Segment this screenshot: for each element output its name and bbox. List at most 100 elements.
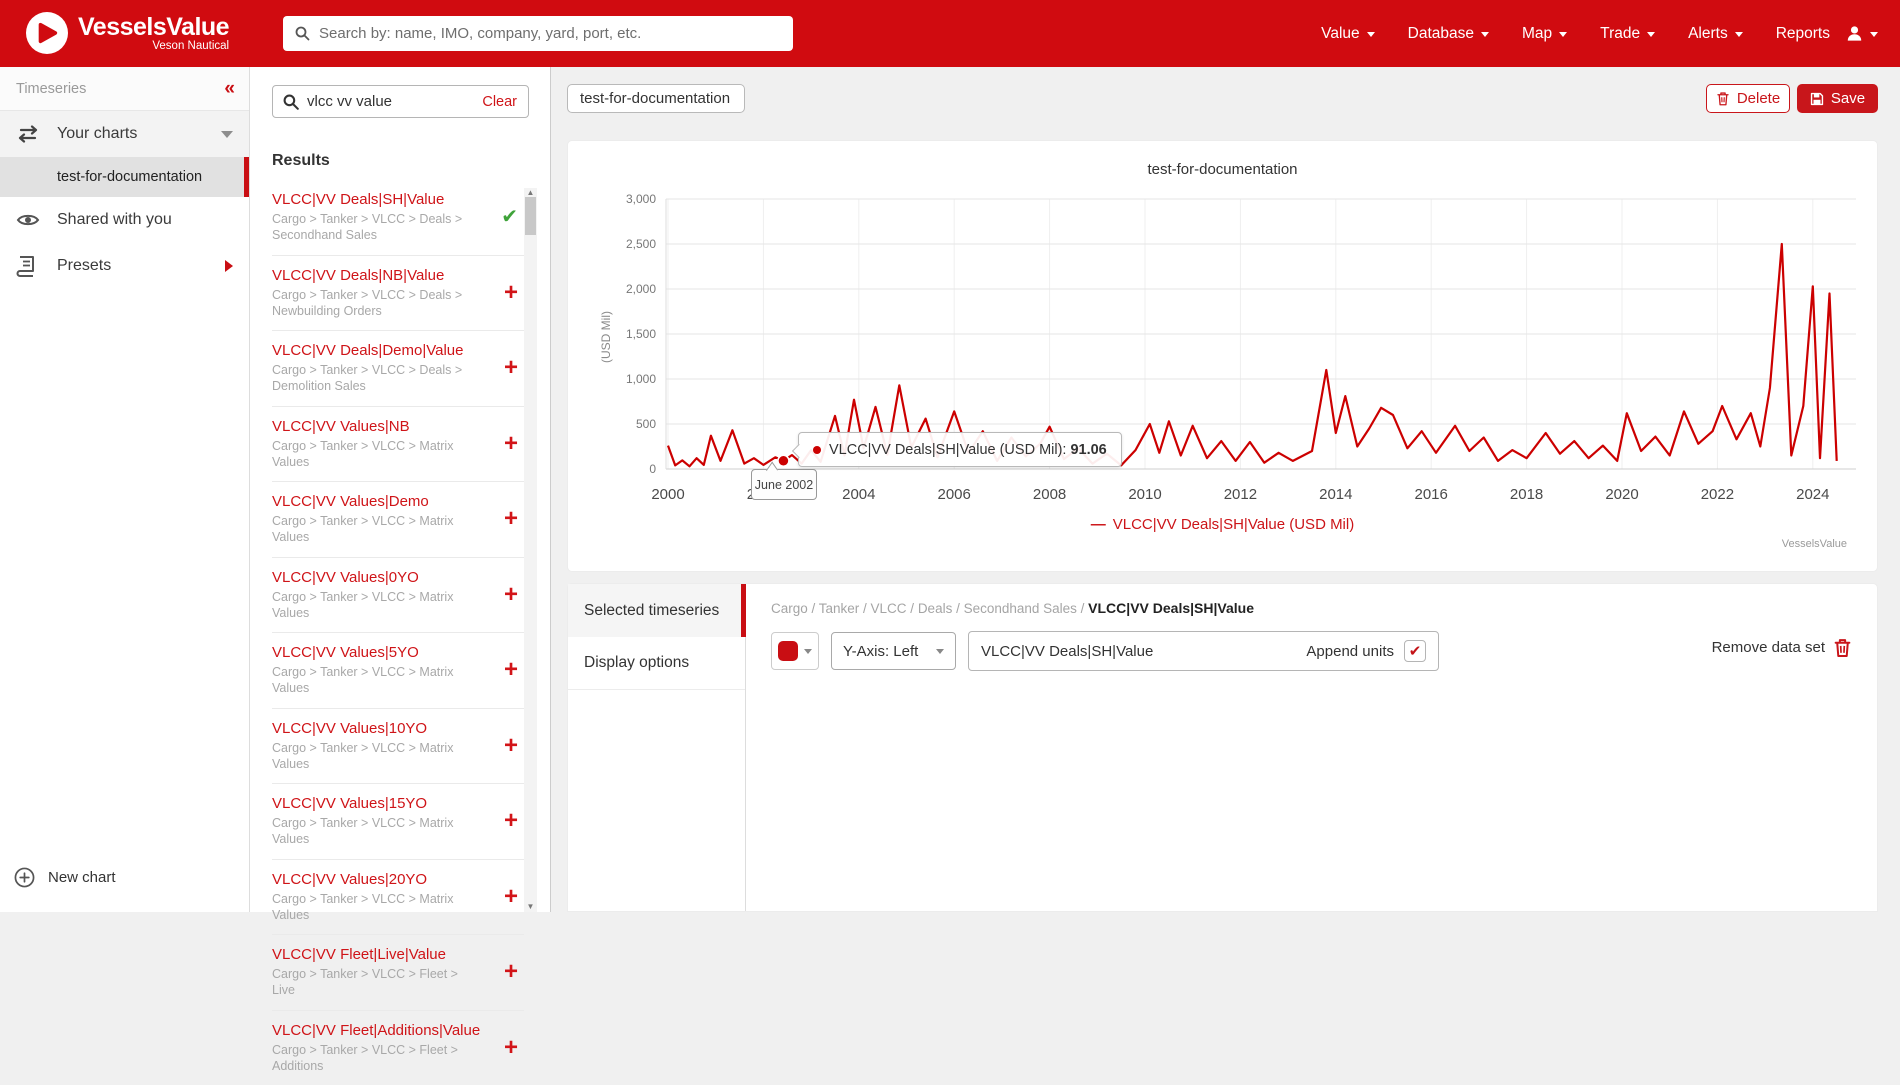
x-tick-label: 2014 [1319,486,1352,503]
scroll-up-icon[interactable]: ▲ [524,188,537,197]
scrollbar-thumb[interactable] [525,197,536,235]
timeseries-search-panel: Clear Results VLCC|VV Deals|SH|ValueCarg… [250,67,551,912]
tooltip-value: 91.06 [1070,442,1106,458]
nav-item-map[interactable]: Map [1522,25,1567,43]
shared-with-you-label: Shared with you [57,211,172,229]
y-tick-label: 2,500 [626,237,656,251]
result-category-path: Cargo > Tanker > VLCC > Matrix Values [272,589,472,622]
save-label: Save [1831,90,1865,107]
global-search-input[interactable] [319,25,759,42]
add-plus-icon[interactable]: + [504,734,518,758]
search-icon [295,26,310,41]
result-row[interactable]: VLCC|VV Fleet|Additions|ValueCargo > Tan… [272,1011,524,1085]
vesselsvalue-logo[interactable]: VesselsValue Veson Nautical [26,12,229,54]
nav-label: Database [1408,25,1474,43]
timeseries-line-chart[interactable]: 05001,0001,5002,0002,5003,000(USD Mil)20… [568,141,1879,573]
vesselsvalue-watermark: VesselsValue [1782,538,1847,550]
timeseries-search-box[interactable]: Clear [272,85,529,118]
details-content: Cargo / Tanker / VLCC / Deals / Secondha… [746,584,1877,911]
result-category-path: Cargo > Tanker > VLCC > Fleet > Live [272,966,472,999]
chart-name-field[interactable] [567,84,745,113]
sidebar-item-shared-with-you[interactable]: Shared with you [0,197,249,243]
result-row[interactable]: VLCC|VV Values|0YO Cargo > Tanker > VLCC … [272,558,524,634]
tab-display-options[interactable]: Display options [568,637,745,690]
result-row[interactable]: VLCC|VV Deals|SH|ValueCargo > Tanker > V… [272,180,524,256]
result-title[interactable]: VLCC|VV Deals|Demo|Value [272,342,480,359]
trash-icon [1834,638,1851,657]
result-title[interactable]: VLCC|VV Values|NB [272,418,480,435]
result-title[interactable]: VLCC|VV Values|10YO [272,720,480,737]
add-plus-icon[interactable]: + [504,281,518,305]
global-search-bar[interactable] [283,16,793,51]
sidebar-item-chart-test-for-documentation[interactable]: test-for-documentation [0,157,249,197]
result-row[interactable]: VLCC|VV Deals|Demo|ValueCargo > Tanker >… [272,331,524,407]
result-row[interactable]: VLCC|VV Values|NBCargo > Tanker > VLCC >… [272,407,524,483]
timeseries-search-input[interactable] [307,93,457,110]
highlighted-data-point[interactable] [778,455,789,466]
result-title[interactable]: VLCC|VV Deals|SH|Value [272,191,480,208]
new-chart-button[interactable]: New chart [0,856,249,898]
add-plus-icon[interactable]: + [504,658,518,682]
added-check-icon[interactable]: ✔ [501,207,518,227]
result-row[interactable]: VLCC|VV Values|15YOCargo > Tanker > VLCC… [272,784,524,860]
result-title[interactable]: VLCC|VV Values|0YO [272,569,480,586]
result-title[interactable]: VLCC|VV Values|15YO [272,795,480,812]
add-plus-icon[interactable]: + [504,1036,518,1060]
save-button[interactable]: Save [1797,84,1878,113]
result-title[interactable]: VLCC|VV Values|20YO [272,871,480,888]
series-color-picker[interactable] [771,632,819,670]
add-plus-icon[interactable]: + [504,356,518,380]
result-title[interactable]: VLCC|VV Fleet|Additions|Value [272,1022,480,1039]
series-controls-row: Y-Axis: Left VLCC|VV Deals|SH|Value Appe… [771,631,1439,671]
result-title[interactable]: VLCC|VV Deals|NB|Value [272,267,480,284]
tab-selected-timeseries[interactable]: Selected timeseries [568,584,745,637]
delete-button[interactable]: Delete [1706,84,1790,113]
result-row[interactable]: VLCC|VV Deals|NB|ValueCargo > Tanker > V… [272,256,524,332]
result-row[interactable]: VLCC|VV Values|5YOCargo > Tanker > VLCC … [272,633,524,709]
clear-search-button[interactable]: Clear [482,94,517,110]
user-menu[interactable] [1845,0,1878,67]
x-tick-label: 2004 [842,486,875,503]
nav-item-alerts[interactable]: Alerts [1688,25,1743,43]
nav-item-value[interactable]: Value [1321,25,1375,43]
add-plus-icon[interactable]: + [504,507,518,531]
add-plus-icon[interactable]: + [504,432,518,456]
yaxis-select[interactable]: Y-Axis: Left [831,632,956,670]
append-units-checkbox[interactable]: ✔ [1404,640,1426,662]
result-title[interactable]: VLCC|VV Values|5YO [272,644,480,661]
append-units-label: Append units [1306,643,1394,660]
result-row[interactable]: VLCC|VV Fleet|Live|Value Cargo > Tanker >… [272,935,524,1011]
nav-item-reports[interactable]: Reports [1776,25,1830,43]
presets-label: Presets [57,257,111,275]
nav-item-trade[interactable]: Trade [1600,25,1655,43]
result-row[interactable]: VLCC|VV Values|20YOCargo > Tanker > VLCC… [272,860,524,936]
nav-item-database[interactable]: Database [1408,25,1489,43]
timeseries-sidebar: Timeseries « Your charts test-for-docume… [0,67,250,912]
results-scrollbar[interactable]: ▲ ▼ [524,188,537,912]
add-plus-icon[interactable]: + [504,583,518,607]
remove-data-set-button[interactable]: Remove data set [1712,638,1851,657]
x-tick-label: 2022 [1701,486,1734,503]
trash-icon [1716,91,1730,106]
sidebar-collapse-button[interactable]: « [224,79,235,98]
add-plus-icon[interactable]: + [504,809,518,833]
sidebar-item-presets[interactable]: Presets [0,243,249,289]
y-tick-label: 2,000 [626,282,656,296]
x-tick-label: 2006 [938,486,971,503]
breadcrumb-current: VLCC|VV Deals|SH|Value [1088,600,1254,616]
add-plus-icon[interactable]: + [504,960,518,984]
sidebar-section-title: Timeseries [16,81,224,97]
result-title[interactable]: VLCC|VV Values|Demo [272,493,480,510]
result-row[interactable]: VLCC|VV Values|10YOCargo > Tanker > VLCC… [272,709,524,785]
append-units-wrap: Append units ✔ [1306,640,1426,662]
scroll-down-icon[interactable]: ▼ [524,902,537,911]
result-title[interactable]: VLCC|VV Fleet|Live|Value [272,946,480,963]
result-category-path: Cargo > Tanker > VLCC > Matrix Values [272,513,472,546]
result-row[interactable]: VLCC|VV Values|Demo Cargo > Tanker > VLCC… [272,482,524,558]
sidebar-item-your-charts[interactable]: Your charts [0,111,249,157]
chart-legend[interactable]: —VLCC|VV Deals|SH|Value (USD Mil) [568,516,1877,533]
series-color-swatch [778,641,798,661]
chart-name-input[interactable] [568,85,744,112]
add-plus-icon[interactable]: + [504,885,518,909]
series-name-field[interactable]: VLCC|VV Deals|SH|Value Append units ✔ [968,631,1439,671]
